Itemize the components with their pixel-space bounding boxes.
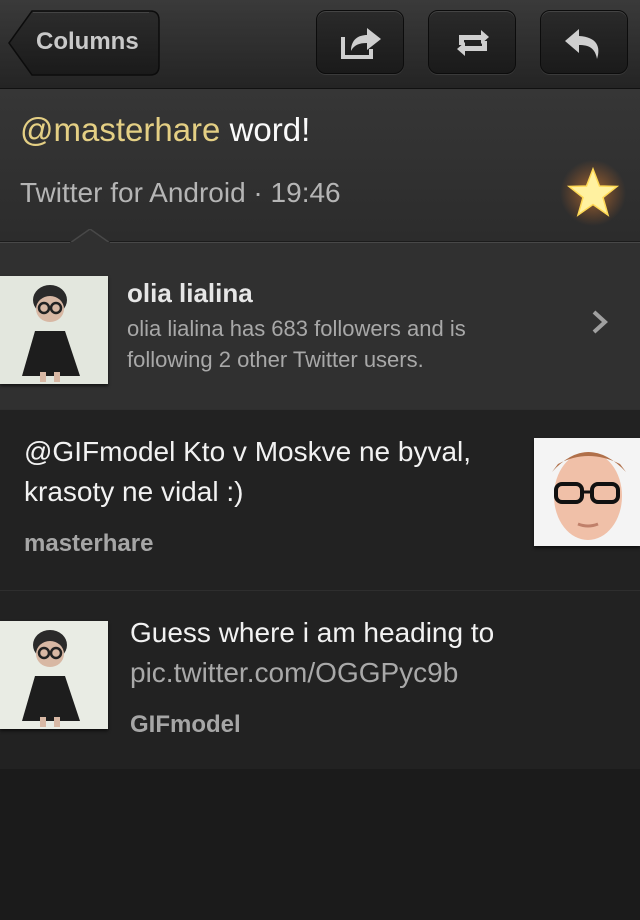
- profile-description: olia lialina has 683 followers and is fo…: [127, 316, 466, 372]
- tweet-body: word!: [220, 111, 311, 148]
- chevron-right-icon: [592, 310, 608, 334]
- favorite-star-icon[interactable]: [560, 160, 626, 226]
- timeline-tweet-body: Guess where i am heading to: [130, 617, 495, 648]
- detail-pointer-notch: [70, 229, 110, 245]
- columns-back-button[interactable]: Columns: [8, 10, 160, 76]
- timeline-tweet-text: Guess where i am heading to pic.twitter.…: [130, 613, 610, 693]
- timeline-tweet-user[interactable]: masterhare: [24, 530, 153, 558]
- top-navigation-bar: Columns: [0, 0, 640, 89]
- tweet-mention-link[interactable]: @masterhare: [20, 111, 220, 148]
- tweet-source: Twitter for Android: [20, 177, 246, 208]
- retweet-icon: [457, 30, 489, 56]
- share-button[interactable]: [316, 10, 404, 74]
- reply-icon: [565, 29, 599, 59]
- share-icon: [341, 28, 381, 59]
- profile-name: olia lialina: [127, 278, 253, 308]
- profile-row[interactable]: olia lialina olia lialina has 683 follow…: [0, 242, 640, 410]
- tweet-time: 19:46: [270, 177, 341, 208]
- tweet-text: @masterhare word!: [20, 111, 310, 149]
- tweet-avatar[interactable]: [0, 621, 108, 729]
- tweet-meta: Twitter for Android · 19:46: [20, 177, 341, 209]
- timeline-tweet-user[interactable]: GIFmodel: [130, 711, 241, 739]
- back-button-label: Columns: [36, 28, 139, 55]
- meta-separator: ·: [245, 177, 271, 208]
- timeline-tweet-text: @GIFmodel Kto v Moskve ne byval, krasoty…: [24, 436, 472, 507]
- tweet-media-link[interactable]: pic.twitter.com/OGGPyc9b: [130, 653, 610, 693]
- reply-button[interactable]: [540, 10, 628, 74]
- timeline-item[interactable]: Guess where i am heading to pic.twitter.…: [0, 590, 640, 770]
- timeline-item[interactable]: @GIFmodel Kto v Moskve ne byval, krasoty…: [0, 409, 640, 591]
- retweet-button[interactable]: [428, 10, 516, 74]
- empty-timeline-area: [0, 769, 640, 920]
- tweet-detail: @masterhare word! Twitter for Android · …: [0, 89, 640, 241]
- tweet-avatar[interactable]: [534, 438, 640, 546]
- profile-avatar: [0, 276, 108, 384]
